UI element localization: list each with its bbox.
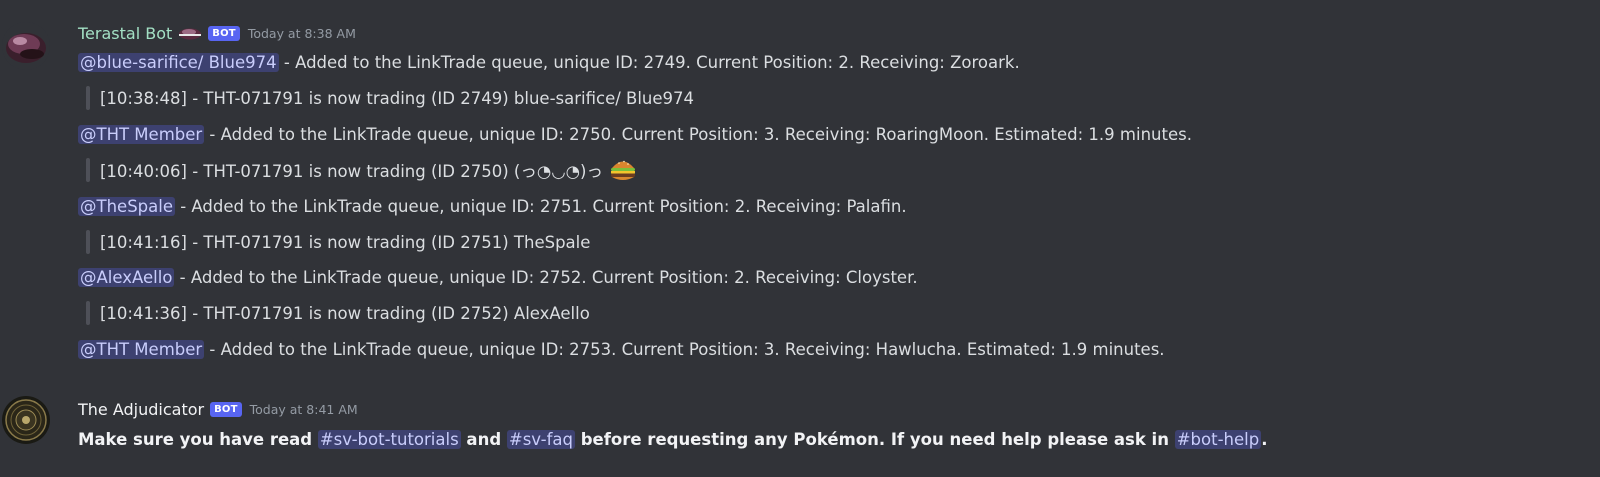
quote-text: [10:38:48] - THT-071791 is now trading (… [100,88,695,108]
message-line: @TheSpale - Added to the LinkTrade queue… [78,194,907,218]
quote-text: [10:41:36] - THT-071791 is now trading (… [100,303,590,323]
channel-mention-sv-faq[interactable]: #sv-faq [506,429,575,449]
channel-mention-sv-bot-tutorials[interactable]: #sv-bot-tutorials [317,429,461,449]
message-text: - Added to the LinkTrade queue, unique I… [204,124,1192,144]
quote-bar [86,86,90,110]
hamburger-icon [609,157,637,183]
quote-text: [10:41:16] - THT-071791 is now trading (… [100,232,591,252]
message-text: - Added to the LinkTrade queue, unique I… [174,196,907,216]
timestamp: Today at 8:38 AM [247,25,356,41]
message-header: Terastal Bot BOT Today at 8:38 AM [78,22,356,44]
user-mention[interactable]: @THT Member [78,124,205,144]
message-line: @blue-sarifice/ Blue974 - Added to the L… [78,50,1020,74]
quote-text: [10:40:06] - THT-071791 is now trading (… [100,162,603,181]
timestamp: Today at 8:41 AM [249,401,358,417]
quote-line: [10:38:48] - THT-071791 is now trading (… [86,86,694,110]
message-line: @THT Member - Added to the LinkTrade que… [78,337,1165,361]
user-mention[interactable]: @blue-sarifice/ Blue974 [78,52,279,72]
quote-line: [10:40:06] - THT-071791 is now trading (… [86,158,637,182]
avatar[interactable] [2,22,50,70]
quote-line: [10:41:36] - THT-071791 is now trading (… [86,301,590,325]
avatar[interactable] [2,396,50,444]
bot-tag: BOT [210,401,242,417]
quote-bar [86,158,90,182]
message-text: - Added to the LinkTrade queue, unique I… [278,52,1020,72]
message-group-terastal-bot: Terastal Bot BOT Today at 8:38 AM @blue-… [0,0,1600,370]
channel-mention-bot-help[interactable]: #bot-help [1174,429,1262,449]
message-header: The Adjudicator BOT Today at 8:41 AM [78,398,358,420]
quote-bar [86,301,90,325]
message-line: Make sure you have read #sv-bot-tutorial… [78,427,1267,451]
message-text: - Added to the LinkTrade queue, unique I… [174,267,918,287]
message-text: before requesting any Pokémon. If you ne… [574,429,1175,449]
message-text: and [460,429,507,449]
pokeball-icon [178,26,202,40]
message-line: @THT Member - Added to the LinkTrade que… [78,122,1192,146]
message-text: - Added to the LinkTrade queue, unique I… [204,339,1165,359]
terastal-bot-avatar-icon [2,22,50,70]
message-group-the-adjudicator: The Adjudicator BOT Today at 8:41 AM Mak… [0,390,1600,477]
username[interactable]: The Adjudicator [78,400,204,419]
message-text: Make sure you have read [78,429,318,449]
message-text: . [1261,429,1268,449]
quote-bar [86,230,90,254]
bot-tag: BOT [208,25,240,41]
username[interactable]: Terastal Bot [78,24,172,43]
quote-line: [10:41:16] - THT-071791 is now trading (… [86,230,590,254]
message-line: @AlexAello - Added to the LinkTrade queu… [78,265,918,289]
adjudicator-seal-icon [2,396,50,444]
user-mention[interactable]: @AlexAello [78,267,175,287]
user-mention[interactable]: @THT Member [78,339,205,359]
user-mention[interactable]: @TheSpale [78,196,175,216]
